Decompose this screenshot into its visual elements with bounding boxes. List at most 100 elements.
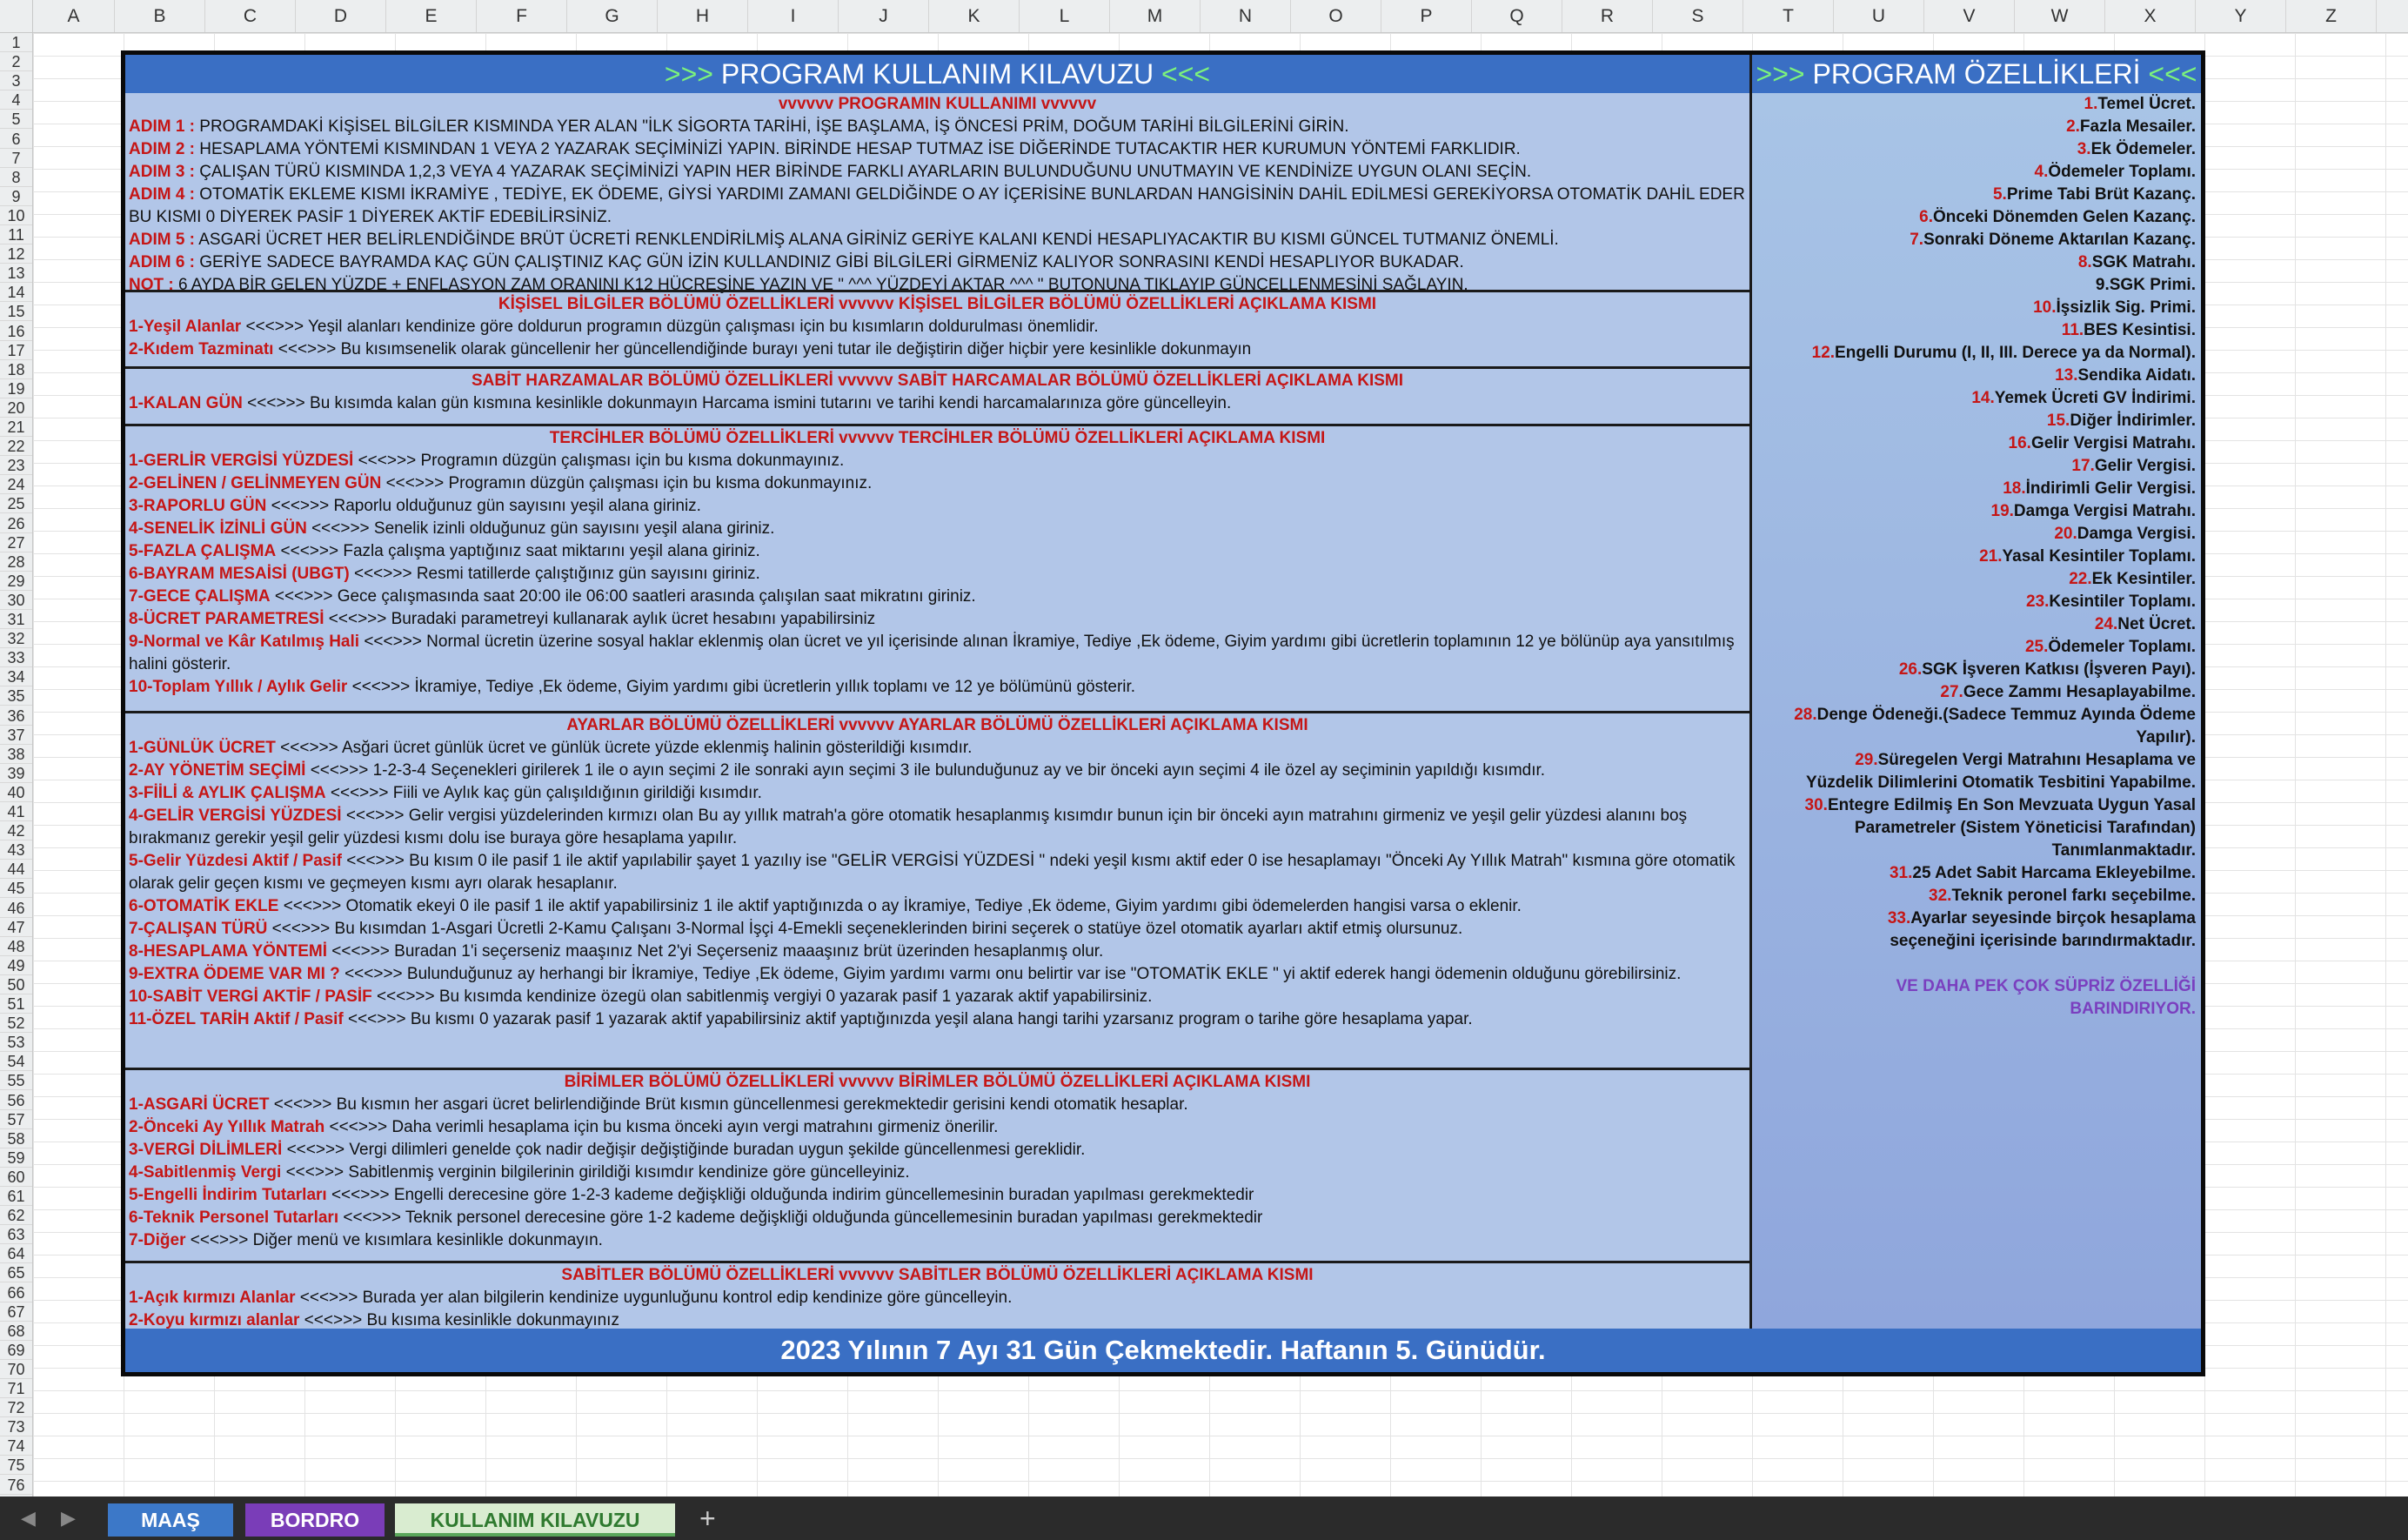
column-header[interactable]: U	[1834, 0, 1924, 32]
row-header[interactable]: 55	[0, 1071, 32, 1091]
column-header[interactable]: J	[839, 0, 929, 32]
row-header[interactable]: 48	[0, 937, 32, 956]
row-header[interactable]: 23	[0, 456, 32, 476]
row-header[interactable]: 60	[0, 1168, 32, 1187]
row-header[interactable]: 29	[0, 572, 32, 591]
row-header[interactable]: 18	[0, 360, 32, 379]
column-header[interactable]: A	[33, 0, 115, 32]
column-header[interactable]: Q	[1472, 0, 1562, 32]
column-header[interactable]: R	[1562, 0, 1653, 32]
row-header[interactable]: 44	[0, 860, 32, 880]
column-header[interactable]: S	[1653, 0, 1743, 32]
tab-kullanim-kilavuzu[interactable]: KULLANIM KILAVUZU	[395, 1503, 675, 1537]
row-header[interactable]: 16	[0, 322, 32, 341]
row-header[interactable]: 69	[0, 1341, 32, 1360]
row-header[interactable]: 68	[0, 1322, 32, 1341]
column-header[interactable]: L	[1020, 0, 1110, 32]
column-header[interactable]: D	[296, 0, 386, 32]
row-header[interactable]: 46	[0, 899, 32, 918]
row-header[interactable]: 58	[0, 1129, 32, 1148]
row-header[interactable]: 45	[0, 879, 32, 899]
row-header[interactable]: 17	[0, 341, 32, 360]
row-header[interactable]: 19	[0, 379, 32, 398]
column-header[interactable]: W	[2015, 0, 2105, 32]
row-header[interactable]: 43	[0, 840, 32, 860]
column-header[interactable]: I	[748, 0, 839, 32]
row-header[interactable]: 74	[0, 1436, 32, 1456]
row-header[interactable]: 5	[0, 110, 32, 130]
row-header[interactable]: 7	[0, 149, 32, 168]
row-header[interactable]: 30	[0, 591, 32, 610]
row-header[interactable]: 52	[0, 1014, 32, 1034]
row-header[interactable]: 2	[0, 52, 32, 72]
row-header[interactable]: 15	[0, 302, 32, 322]
column-header[interactable]: H	[658, 0, 748, 32]
row-header[interactable]: 67	[0, 1302, 32, 1322]
row-header[interactable]: 39	[0, 764, 32, 783]
row-header[interactable]: 4	[0, 90, 32, 110]
row-header[interactable]: 54	[0, 1052, 32, 1072]
row-header[interactable]: 32	[0, 629, 32, 649]
row-header[interactable]: 42	[0, 821, 32, 841]
row-header[interactable]: 63	[0, 1225, 32, 1245]
row-header[interactable]: 26	[0, 514, 32, 533]
column-header[interactable]: M	[1110, 0, 1201, 32]
column-header[interactable]: Y	[2196, 0, 2286, 32]
column-header[interactable]: X	[2105, 0, 2196, 32]
select-all-corner[interactable]	[0, 0, 33, 33]
row-header[interactable]: 31	[0, 610, 32, 630]
row-header[interactable]: 51	[0, 994, 32, 1014]
row-header[interactable]: 8	[0, 168, 32, 187]
row-header[interactable]: 47	[0, 918, 32, 937]
row-header[interactable]: 36	[0, 706, 32, 726]
row-header[interactable]: 59	[0, 1148, 32, 1168]
tab-bordro[interactable]: BORDRO	[245, 1503, 385, 1537]
row-header[interactable]: 66	[0, 1283, 32, 1302]
column-header[interactable]: B	[115, 0, 205, 32]
row-header[interactable]: 65	[0, 1263, 32, 1283]
column-header[interactable]: P	[1381, 0, 1472, 32]
prev-sheet-icon[interactable]: ◀	[21, 1496, 36, 1540]
row-header[interactable]: 76	[0, 1476, 32, 1495]
row-header[interactable]: 13	[0, 264, 32, 284]
add-sheet-icon[interactable]: +	[699, 1496, 716, 1540]
row-header[interactable]: 33	[0, 648, 32, 668]
row-header[interactable]: 1	[0, 33, 32, 53]
row-header[interactable]: 71	[0, 1379, 32, 1399]
column-header[interactable]: F	[477, 0, 567, 32]
row-header[interactable]: 62	[0, 1206, 32, 1226]
row-header[interactable]: 73	[0, 1417, 32, 1437]
row-header[interactable]: 10	[0, 206, 32, 225]
row-header[interactable]: 40	[0, 783, 32, 802]
row-header[interactable]: 72	[0, 1398, 32, 1418]
row-header[interactable]: 11	[0, 225, 32, 245]
row-header[interactable]: 34	[0, 667, 32, 687]
row-header[interactable]: 6	[0, 130, 32, 149]
row-header[interactable]: 21	[0, 418, 32, 438]
next-sheet-icon[interactable]: ▶	[61, 1496, 76, 1540]
row-header[interactable]: 14	[0, 283, 32, 303]
column-header[interactable]: T	[1743, 0, 1834, 32]
row-header[interactable]: 27	[0, 533, 32, 552]
row-header[interactable]: 53	[0, 1033, 32, 1053]
column-header[interactable]: N	[1201, 0, 1291, 32]
row-header[interactable]: 38	[0, 745, 32, 764]
row-header[interactable]: 12	[0, 244, 32, 264]
column-header[interactable]: Z	[2286, 0, 2377, 32]
row-header[interactable]: 9	[0, 187, 32, 206]
column-header[interactable]: C	[205, 0, 296, 32]
row-header[interactable]: 35	[0, 686, 32, 706]
row-header[interactable]: 57	[0, 1110, 32, 1129]
tab-maas[interactable]: MAAŞ	[108, 1503, 233, 1537]
column-header[interactable]: V	[1924, 0, 2015, 32]
row-header[interactable]: 41	[0, 802, 32, 822]
row-header[interactable]: 25	[0, 494, 32, 514]
row-header[interactable]: 28	[0, 552, 32, 572]
column-header[interactable]: E	[386, 0, 477, 32]
row-header[interactable]: 70	[0, 1360, 32, 1379]
row-header[interactable]: 56	[0, 1091, 32, 1110]
row-header[interactable]: 50	[0, 975, 32, 994]
row-header[interactable]: 49	[0, 956, 32, 975]
row-header[interactable]: 3	[0, 71, 32, 91]
row-header[interactable]: 37	[0, 726, 32, 745]
